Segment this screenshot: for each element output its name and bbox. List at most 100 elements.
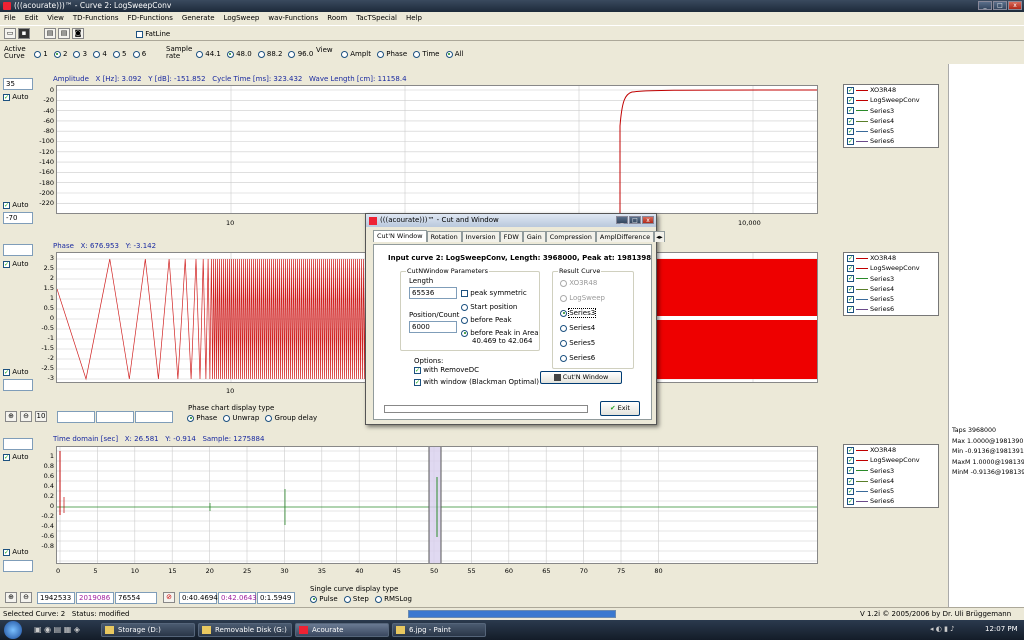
task-removable-disk[interactable]: Removable Disk (G:) — [198, 623, 292, 637]
legend-item[interactable]: ✓ LogSweepConv — [844, 455, 938, 465]
phase-auto-top[interactable]: ✓ Auto — [3, 260, 29, 268]
time-diff-value[interactable]: 0:1.5949 — [257, 592, 295, 604]
time-auto-top[interactable]: ✓ Auto — [3, 453, 29, 461]
tray-icons[interactable]: ◂ ◐ ▮ ♪ — [930, 625, 955, 633]
menu-view[interactable]: View — [47, 12, 64, 24]
tab-fdw[interactable]: FDW — [499, 231, 523, 242]
legend-item[interactable]: ✓ Series5 — [844, 126, 938, 136]
menu-file[interactable]: File — [4, 12, 16, 24]
camera-icon[interactable]: ◙ — [72, 28, 84, 39]
menu-fd-functions[interactable]: FD-Functions — [128, 12, 173, 24]
result-series3[interactable]: Series3 — [560, 308, 597, 318]
menu-help[interactable]: Help — [406, 12, 422, 24]
dialog-close-button[interactable]: x — [642, 216, 654, 224]
tab-compression[interactable]: Compression — [545, 231, 596, 242]
length-input[interactable]: 65536 — [409, 287, 457, 299]
quicklaunch-icons[interactable]: ▣ ◉ ▤ ▦ ◈ — [34, 625, 80, 634]
time-zoom-out-icon[interactable]: ⊖ — [20, 592, 32, 603]
active-curve-2[interactable]: 2 — [53, 50, 67, 58]
menu-edit[interactable]: Edit — [25, 12, 39, 24]
amp-bottom-value[interactable]: -70 — [3, 212, 33, 224]
tab-gain[interactable]: Gain — [522, 231, 546, 242]
radio-start-position[interactable]: Start position — [461, 303, 517, 311]
active-curve-1[interactable]: 1 — [34, 50, 48, 58]
tab-scroll-icon[interactable]: ◂▸ — [654, 231, 665, 242]
tab-ampldifference[interactable]: AmplDifference — [595, 231, 655, 242]
legend-item[interactable]: ✓ XO3R48 — [844, 85, 938, 95]
close-button[interactable]: x — [1008, 1, 1022, 10]
legend-item[interactable]: ✓ Series6 — [844, 136, 938, 146]
legend-item[interactable]: ✓ XO3R48 — [844, 253, 938, 263]
active-curve-4[interactable]: 4 — [93, 50, 107, 58]
result-series4[interactable]: Series4 — [560, 324, 595, 332]
dialog-maximize-button[interactable]: □ — [629, 216, 641, 224]
menu-generate[interactable]: Generate — [182, 12, 215, 24]
copy-icon[interactable]: ▤ — [44, 28, 56, 39]
radio-before-peak[interactable]: before Peak — [461, 316, 512, 324]
time-top-value[interactable] — [3, 438, 33, 450]
sample-rate-44[interactable]: 44.1 — [196, 50, 221, 58]
menu-room[interactable]: Room — [327, 12, 347, 24]
reset-icon[interactable]: ⊘ — [163, 592, 175, 603]
legend-item[interactable]: ✓ Series3 — [844, 466, 938, 476]
open-icon[interactable]: ▭ — [4, 28, 16, 39]
task-acourate[interactable]: Acourate — [295, 623, 389, 637]
task-storage[interactable]: Storage (D:) — [101, 623, 195, 637]
time-auto-bottom[interactable]: ✓ Auto — [3, 548, 29, 556]
result-series6[interactable]: Series6 — [560, 354, 595, 362]
legend-item[interactable]: ✓ XO3R48 — [844, 445, 938, 455]
start-button[interactable] — [4, 621, 22, 639]
fatline-checkbox[interactable]: FatLine — [136, 30, 170, 38]
peak-symmetric-checkbox[interactable]: peak symmetric — [461, 289, 527, 297]
menu-td-functions[interactable]: TD-Functions — [73, 12, 119, 24]
time-end-value[interactable]: 0:42.0643 — [218, 592, 257, 604]
phase-type-phase[interactable]: Phase — [187, 414, 217, 422]
legend-item[interactable]: ✓ Series4 — [844, 284, 938, 294]
phase-bottom-value[interactable] — [3, 379, 33, 391]
cursor-start-value[interactable]: 1942533 — [37, 592, 75, 604]
time-zoom-in-icon[interactable]: ⊕ — [5, 592, 17, 603]
display-rmslog[interactable]: RMSLog — [374, 595, 412, 603]
legend-item[interactable]: ✓ Series6 — [844, 496, 938, 506]
zoom-level-button[interactable]: 10 — [35, 411, 47, 422]
zoom-out-icon[interactable]: ⊖ — [20, 411, 32, 422]
phase-auto-bottom[interactable]: ✓ Auto — [3, 368, 29, 376]
legend-item[interactable]: ✓ Series3 — [844, 106, 938, 116]
amplitude-plot[interactable] — [56, 85, 818, 214]
legend-item[interactable]: ✓ Series5 — [844, 294, 938, 304]
cursor-end-value[interactable]: 2019086 — [76, 592, 114, 604]
paste-icon[interactable]: ▤ — [58, 28, 70, 39]
view-amplt[interactable]: Amplt — [341, 50, 371, 58]
view-phase[interactable]: Phase — [376, 50, 407, 58]
dialog-minimize-button[interactable]: _ — [616, 216, 628, 224]
maximize-button[interactable]: □ — [993, 1, 1007, 10]
position-input[interactable]: 6000 — [409, 321, 457, 333]
minimize-button[interactable]: _ — [978, 1, 992, 10]
menu-tactspecial[interactable]: TacTSpecial — [356, 12, 397, 24]
legend-item[interactable]: ✓ Series5 — [844, 486, 938, 496]
amp-top-value[interactable]: 35 — [3, 78, 33, 90]
legend-item[interactable]: ✓ LogSweepConv — [844, 263, 938, 273]
phase-field-3[interactable] — [135, 411, 173, 423]
cutn-window-button[interactable]: Cut'N Window — [540, 371, 622, 384]
task-paint[interactable]: 6.jpg - Paint — [392, 623, 486, 637]
tab-rotation[interactable]: Rotation — [426, 231, 462, 242]
view-time[interactable]: Time — [413, 50, 440, 58]
display-pulse[interactable]: Pulse — [310, 595, 338, 603]
display-step[interactable]: Step — [343, 595, 369, 603]
phase-type-group-delay[interactable]: Group delay — [265, 414, 317, 422]
time-plot[interactable] — [56, 446, 818, 564]
amp-auto-bottom[interactable]: ✓ Auto — [3, 201, 29, 209]
zoom-in-icon[interactable]: ⊕ — [5, 411, 17, 422]
time-start-value[interactable]: 0:40.4694 — [179, 592, 218, 604]
radio-before-peak-area[interactable]: before Peak in Area — [461, 329, 539, 337]
phase-field-2[interactable] — [96, 411, 134, 423]
active-curve-3[interactable]: 3 — [73, 50, 87, 58]
tab-inversion[interactable]: Inversion — [461, 231, 500, 242]
sample-rate-48[interactable]: 48.0 — [226, 50, 252, 58]
remove-dc-checkbox[interactable]: ✓ with RemoveDC — [414, 366, 479, 374]
amp-auto-top[interactable]: ✓ Auto — [3, 93, 29, 101]
legend-item[interactable]: ✓ LogSweepConv — [844, 95, 938, 105]
result-series5[interactable]: Series5 — [560, 339, 595, 347]
legend-item[interactable]: ✓ Series4 — [844, 476, 938, 486]
